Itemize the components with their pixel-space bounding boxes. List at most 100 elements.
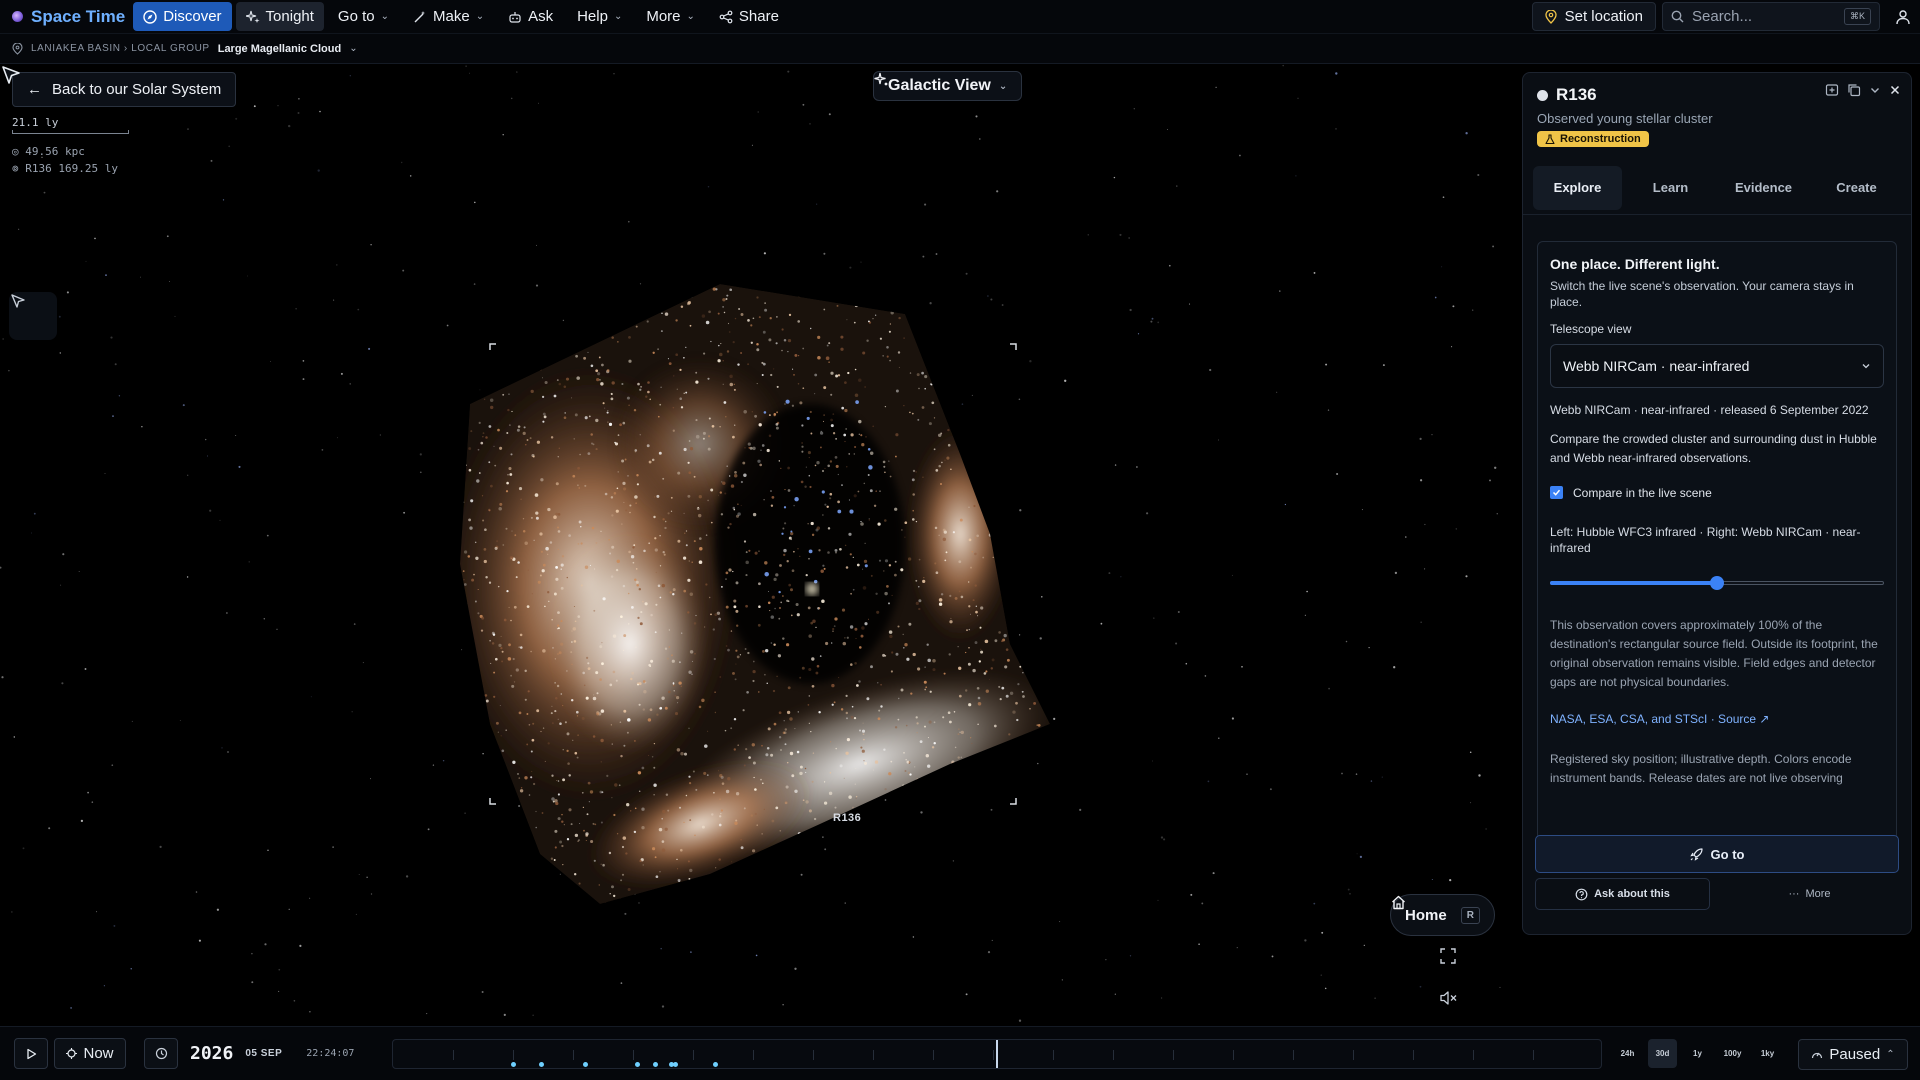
user-icon [1896, 9, 1910, 24]
home-button[interactable]: Home R [1390, 894, 1495, 936]
brand[interactable]: Space Time [0, 7, 125, 27]
zoom-100y[interactable]: 100y [1718, 1039, 1747, 1068]
current-year[interactable]: 2026 [190, 1043, 233, 1064]
tab-create[interactable]: Create [1812, 166, 1901, 210]
timeline-tick [1533, 1050, 1534, 1060]
chevron-down-icon[interactable] [1869, 84, 1881, 96]
go-to-label: Go to [1710, 846, 1745, 862]
time-zoom-levels: 24h 30d 1y 100y 1ky [1613, 1039, 1782, 1068]
home-icon [1392, 895, 1405, 910]
slider-thumb[interactable] [1710, 575, 1724, 590]
timeline-event-marker[interactable] [673, 1062, 678, 1067]
panel-header-actions [1825, 83, 1901, 97]
current-time[interactable]: 22:24:07 [306, 1048, 354, 1059]
set-location-button[interactable]: Set location [1531, 2, 1656, 31]
tab-learn[interactable]: Learn [1626, 166, 1715, 210]
card-description: Switch the live scene's observation. You… [1550, 278, 1854, 309]
timeline-event-marker[interactable] [713, 1062, 718, 1067]
timeline-tick [1353, 1050, 1354, 1060]
arrow-left-icon: ← [27, 81, 42, 98]
timeline-tick [873, 1050, 874, 1060]
target-label[interactable]: R136 [833, 812, 861, 824]
panel-tabs: Explore Learn Evidence Create [1533, 165, 1901, 210]
observation-footprint [460, 284, 1050, 904]
nav-share-button[interactable]: Share [709, 2, 789, 31]
timeline-event-marker[interactable] [635, 1062, 640, 1067]
magic-wand-icon [414, 10, 425, 22]
copy-icon[interactable] [1847, 83, 1861, 97]
zoom-24h[interactable]: 24h [1613, 1039, 1642, 1068]
breadcrumb: LANIAKEA BASIN › LOCAL GROUP Large Magel… [0, 33, 1920, 64]
timeline-tick [693, 1050, 694, 1060]
compare-checkbox-row[interactable]: Compare in the live scene [1550, 486, 1884, 500]
nav-discover-button[interactable]: Discover [133, 2, 232, 31]
view-mode-select[interactable]: Galactic View ⌄ [873, 71, 1023, 101]
nav-ask-label: Ask [528, 8, 554, 25]
account-button[interactable] [1886, 2, 1920, 31]
gauge-icon [1812, 1052, 1823, 1058]
timeline-event-marker[interactable] [653, 1062, 658, 1067]
source-link[interactable]: NASA, ESA, CSA, and STScI · Source ↗ [1550, 712, 1884, 726]
go-to-button[interactable]: Go to [1535, 835, 1899, 873]
zoom-1ky[interactable]: 1ky [1753, 1039, 1782, 1068]
timeline-scrubber[interactable] [392, 1039, 1602, 1069]
nav-more-menu[interactable]: More ⌄ [636, 2, 705, 31]
nav-tonight-button[interactable]: Tonight [235, 2, 324, 31]
top-bar: Space Time Discover Tonight Go to ⌄ Make… [0, 0, 1920, 33]
share-icon [719, 10, 733, 23]
telescope-label: Telescope view [1550, 321, 1632, 336]
sparkles-icon [874, 72, 888, 86]
playback-status-button[interactable]: Paused ⌃ [1798, 1039, 1908, 1070]
bot-icon [509, 11, 521, 23]
fullscreen-button[interactable] [1440, 948, 1462, 970]
current-date[interactable]: 05 SEP [245, 1048, 282, 1059]
secondary-actions: Ask about this ··· More [1535, 878, 1899, 910]
nav-tonight-label: Tonight [265, 8, 314, 25]
panel-more-label: More [1805, 888, 1831, 900]
nav-help-menu[interactable]: Help ⌄ [567, 2, 632, 31]
tab-explore[interactable]: Explore [1533, 165, 1622, 210]
now-button[interactable]: Now [54, 1038, 126, 1069]
breadcrumb-path[interactable]: LANIAKEA BASIN › LOCAL GROUP [31, 43, 210, 54]
search-input[interactable] [1692, 8, 1822, 25]
nav-ask-button[interactable]: Ask [498, 2, 563, 31]
ask-about-this-button[interactable]: Ask about this [1535, 878, 1710, 910]
panel-title-text: R136 [1556, 85, 1597, 104]
pointer-tool-button[interactable] [9, 292, 57, 340]
timeline-event-marker[interactable] [511, 1062, 516, 1067]
nav-make-menu[interactable]: Make ⌄ [403, 2, 494, 31]
playback-status-label: Paused [1829, 1046, 1881, 1063]
tab-evidence[interactable]: Evidence [1719, 166, 1808, 210]
ask-about-this-label: Ask about this [1594, 888, 1670, 900]
timeline-event-marker[interactable] [539, 1062, 544, 1067]
nav-goto-menu[interactable]: Go to ⌄ [328, 2, 399, 31]
card-heading: One place. Different light. [1550, 255, 1720, 272]
back-to-solar-system-button[interactable]: ← Back to our Solar System [12, 72, 237, 107]
play-button[interactable] [14, 1038, 48, 1069]
timeline-cursor[interactable] [996, 1040, 998, 1068]
object-dot-icon [1537, 89, 1548, 101]
timeline-tick [453, 1050, 454, 1060]
telescope-select[interactable]: Webb NIRCam · near-infrared [1550, 343, 1884, 388]
panel-more-button[interactable]: ··· More [1720, 878, 1899, 910]
history-button[interactable] [144, 1038, 178, 1069]
timeline-event-marker[interactable] [583, 1062, 588, 1067]
panel-actions: Go to Ask about this ··· More [1523, 835, 1911, 910]
compare-split-slider[interactable] [1550, 575, 1884, 590]
observation-card: One place. Different light. Switch the l… [1537, 240, 1897, 841]
zoom-30d[interactable]: 30d [1648, 1039, 1677, 1068]
compass-icon [143, 9, 157, 24]
distance-readout: ◎ 49.56 kpc [12, 145, 85, 158]
close-icon[interactable] [1889, 84, 1901, 96]
chevron-down-icon[interactable]: ⌄ [349, 43, 357, 54]
mute-button[interactable] [1440, 990, 1462, 1012]
breadcrumb-current[interactable]: Large Magellanic Cloud [218, 43, 341, 55]
back-button-label: Back to our Solar System [52, 81, 222, 98]
compare-checkbox[interactable] [1550, 486, 1563, 499]
timeline-tick [573, 1050, 574, 1060]
search-shortcut: ⌘K [1843, 8, 1871, 25]
nav-more-label: More [646, 8, 681, 25]
zoom-1y[interactable]: 1y [1683, 1039, 1712, 1068]
compare-checkbox-label: Compare in the live scene [1573, 485, 1712, 500]
bookmark-add-icon[interactable] [1825, 83, 1839, 97]
